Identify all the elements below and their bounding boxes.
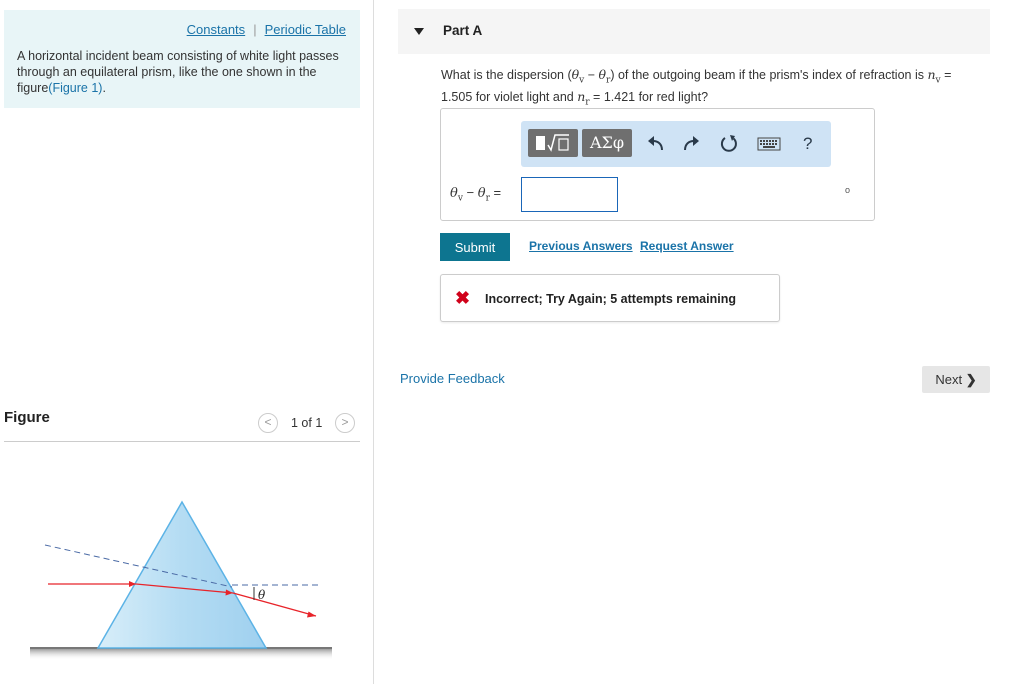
templates-icon[interactable] (528, 129, 578, 157)
feedback-message: Incorrect; Try Again; 5 attempts remaini… (485, 292, 736, 306)
question-text: What is the dispersion (θv − θr) of the … (441, 67, 981, 110)
problem-info-box: Constants | Periodic Table A horizontal in… (4, 10, 360, 108)
prism-figure: θ (30, 500, 332, 660)
answer-box: ΑΣφ ? θv − θr = o (440, 108, 875, 221)
prism (96, 500, 268, 649)
part-a-header[interactable]: Part A (398, 9, 990, 54)
figure-divider (4, 441, 360, 442)
next-button[interactable]: Next ❯ (922, 366, 990, 393)
angle-label: θ (258, 588, 266, 602)
help-icon[interactable]: ? (803, 134, 812, 154)
problem-intro: A horizontal incident beam consisting of… (17, 48, 347, 96)
minus-sign: − (584, 68, 599, 82)
link-separator: | (253, 22, 257, 37)
greek-letters-icon[interactable]: ΑΣφ (582, 129, 632, 157)
question-text-2: ) of the outgoing beam if the prism's in… (610, 68, 928, 82)
question-text-4: = 1.421 for red light? (589, 89, 709, 104)
degree-unit: o (845, 185, 851, 195)
problem-intro-end: . (102, 81, 106, 95)
chevron-right-icon: ❯ (965, 372, 977, 387)
math-toolbar: ΑΣφ ? (521, 121, 831, 167)
chevron-left-icon[interactable]: < (258, 413, 278, 433)
redo-icon[interactable] (682, 136, 700, 152)
x-icon: ✖ (455, 288, 471, 308)
question-text-1: What is the dispersion ( (441, 68, 572, 82)
panel-divider (373, 0, 374, 684)
undo-icon[interactable] (647, 136, 665, 152)
answer-input[interactable] (521, 177, 618, 212)
answer-label: θv − θr = (450, 185, 502, 204)
figure-title: Figure (4, 409, 50, 426)
chevron-right-icon[interactable]: > (335, 413, 355, 433)
feedback-box: ✖ Incorrect; Try Again; 5 attempts remai… (440, 274, 780, 322)
theta-r: θ (598, 67, 607, 82)
keyboard-icon[interactable] (757, 137, 781, 151)
reset-icon[interactable] (719, 134, 739, 154)
next-label: Next (935, 372, 963, 387)
provide-feedback-link[interactable]: Provide Feedback (400, 371, 505, 386)
figure-1-link[interactable]: (Figure 1) (48, 81, 102, 95)
table-surface (30, 648, 332, 660)
submit-button[interactable]: Submit (440, 233, 510, 261)
part-a-label: Part A (443, 23, 483, 38)
figure-pager: 1 of 1 (291, 416, 323, 430)
request-answer-link[interactable]: Request Answer (640, 239, 734, 253)
previous-answers-link[interactable]: Previous Answers (529, 239, 633, 253)
exit-arrowhead (307, 611, 316, 618)
constants-link[interactable]: Constants (187, 22, 246, 37)
n-v: n (927, 67, 936, 82)
theta-v: θ (571, 67, 580, 82)
resource-links: Constants | Periodic Table (187, 22, 346, 37)
periodic-table-link[interactable]: Periodic Table (265, 22, 346, 37)
collapse-caret-icon[interactable] (414, 28, 424, 35)
